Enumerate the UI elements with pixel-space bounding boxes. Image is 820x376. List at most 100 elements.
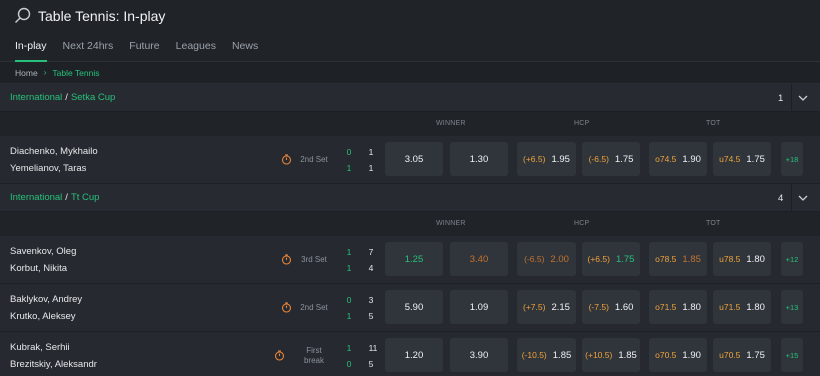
match-period-line-2: break: [303, 356, 324, 365]
match-row[interactable]: Baklykov, Andrey Krutko, Aleksey 2nd Set…: [0, 284, 820, 332]
total-line: u70.5: [719, 350, 741, 360]
divider: [791, 184, 792, 212]
match-row[interactable]: Kubrak, Serhii Brezitskiy, Aleksandr Fir…: [0, 332, 820, 376]
handicap-2-odds-button[interactable]: (+6.5) 1.75: [582, 242, 640, 276]
player-2[interactable]: Yemelianov, Taras: [10, 163, 86, 174]
total-line: o78.5: [655, 254, 677, 264]
winner-2-odds-button[interactable]: 3.40: [450, 242, 508, 276]
winner-1-odds-button[interactable]: 1.20: [385, 338, 443, 372]
handicap-line: (-6.5): [588, 154, 609, 164]
search-icon[interactable]: [14, 7, 32, 25]
handicap-line: (-10.5): [521, 350, 547, 360]
page-header: Table Tennis: In-play: [0, 0, 820, 32]
player-1[interactable]: Savenkov, Oleg: [10, 246, 76, 257]
handicap-1-odds-button[interactable]: (+7.5) 2.15: [517, 290, 576, 324]
handicap-1-odds-button[interactable]: (-6.5) 2.00: [517, 242, 576, 276]
chevron-down-icon[interactable]: [797, 192, 809, 204]
odds-value: 1.90: [682, 349, 701, 361]
under-odds-button[interactable]: u71.5 1.80: [713, 290, 771, 324]
market-headers: WINNER HCP TOT: [0, 112, 820, 136]
odds-value: 1.90: [682, 153, 701, 165]
total-line: u78.5: [719, 254, 741, 264]
more-markets-button[interactable]: +12: [781, 242, 803, 276]
tab-leagues[interactable]: Leagues: [176, 40, 216, 61]
winner-2-odds-button[interactable]: 3.90: [450, 338, 508, 372]
tab-news[interactable]: News: [232, 40, 258, 61]
over-odds-button[interactable]: o78.5 1.85: [649, 242, 707, 276]
more-markets-button[interactable]: +13: [781, 290, 803, 324]
under-odds-button[interactable]: u70.5 1.75: [713, 338, 771, 372]
league-name[interactable]: Setka Cup: [71, 92, 115, 103]
sets-score-1: 0: [346, 147, 352, 157]
winner-2-odds-button[interactable]: 1.09: [450, 290, 508, 324]
odds-value: 2.15: [551, 301, 570, 313]
player-1[interactable]: Baklykov, Andrey: [10, 294, 82, 305]
handicap-line: (+10.5): [585, 350, 613, 360]
sets-score-1: 1: [346, 343, 352, 353]
player-1[interactable]: Kubrak, Serhii: [10, 342, 70, 353]
handicap-2-odds-button[interactable]: (-7.5) 1.60: [582, 290, 640, 324]
handicap-1-odds-button[interactable]: (-10.5) 1.85: [517, 338, 576, 372]
under-odds-button[interactable]: u78.5 1.80: [713, 242, 771, 276]
odds-value: 1.75: [746, 349, 765, 361]
match-row[interactable]: Diachenko, Mykhailo Yemelianov, Taras 2n…: [0, 136, 820, 184]
odds-value: 1.80: [682, 301, 701, 313]
points-score-1: 1: [368, 147, 374, 157]
under-odds-button[interactable]: u74.5 1.75: [713, 142, 771, 176]
breadcrumb-home[interactable]: Home: [15, 68, 38, 78]
page-title: Table Tennis: In-play: [38, 8, 166, 24]
winner-2-odds-button[interactable]: 1.30: [450, 142, 508, 176]
total-line: u74.5: [719, 154, 741, 164]
tab-bar: In-play Next 24hrs Future Leagues News: [0, 32, 820, 62]
league-header[interactable]: International / Setka Cup 1: [0, 84, 820, 112]
market-headers: WINNER HCP TOT: [0, 212, 820, 236]
handicap-2-odds-button[interactable]: (+10.5) 1.85: [582, 338, 640, 372]
points-score-2: 5: [368, 311, 374, 321]
handicap-line: (-7.5): [588, 302, 609, 312]
market-header-tot: TOT: [706, 120, 721, 127]
points-score-1: 11: [368, 343, 378, 353]
over-odds-button[interactable]: o71.5 1.80: [649, 290, 707, 324]
league-category[interactable]: International: [10, 192, 62, 203]
league-header[interactable]: International / Tt Cup 4: [0, 184, 820, 212]
player-2[interactable]: Korbut, Nikita: [10, 263, 67, 274]
points-score-1: 3: [368, 295, 374, 305]
league-name[interactable]: Tt Cup: [71, 192, 100, 203]
over-odds-button[interactable]: o74.5 1.90: [649, 142, 707, 176]
sets-score-1: 1: [346, 247, 352, 257]
chevron-right-icon: ›: [43, 68, 47, 77]
handicap-line: (+6.5): [587, 254, 610, 264]
breadcrumb: Home › Table Tennis: [0, 62, 820, 84]
league-match-count: 4: [778, 192, 784, 204]
odds-value: 1.80: [746, 253, 765, 265]
over-odds-button[interactable]: o70.5 1.90: [649, 338, 707, 372]
breadcrumb-current[interactable]: Table Tennis: [52, 68, 99, 78]
winner-1-odds-button[interactable]: 3.05: [385, 142, 443, 176]
tab-in-play[interactable]: In-play: [15, 40, 47, 62]
player-1[interactable]: Diachenko, Mykhailo: [10, 146, 98, 157]
handicap-1-odds-button[interactable]: (+6.5) 1.95: [517, 142, 576, 176]
handicap-line: (+6.5): [523, 154, 546, 164]
match-period-line-1: First: [306, 346, 322, 355]
divider: [791, 84, 792, 112]
league-separator: /: [65, 92, 68, 103]
winner-1-odds-button[interactable]: 1.25: [385, 242, 443, 276]
player-2[interactable]: Brezitskiy, Aleksandr: [10, 359, 97, 370]
more-markets-button[interactable]: +18: [781, 142, 803, 176]
tab-next-24hrs[interactable]: Next 24hrs: [63, 40, 114, 61]
match-period: 2nd Set: [300, 303, 328, 312]
market-header-winner: WINNER: [436, 120, 466, 127]
timer-icon: [281, 302, 292, 313]
chevron-down-icon[interactable]: [797, 92, 809, 104]
match-row[interactable]: Savenkov, Oleg Korbut, Nikita 3rd Set 1 …: [0, 236, 820, 284]
league-separator: /: [65, 192, 68, 203]
tab-future[interactable]: Future: [129, 40, 159, 61]
more-markets-button[interactable]: +15: [781, 338, 803, 372]
points-score-2: 5: [368, 359, 374, 369]
winner-1-odds-button[interactable]: 5.90: [385, 290, 443, 324]
league-category[interactable]: International: [10, 92, 62, 103]
sets-score-2: 1: [346, 163, 352, 173]
handicap-2-odds-button[interactable]: (-6.5) 1.75: [582, 142, 640, 176]
player-2[interactable]: Krutko, Aleksey: [10, 311, 75, 322]
market-header-hcp: HCP: [574, 120, 590, 127]
